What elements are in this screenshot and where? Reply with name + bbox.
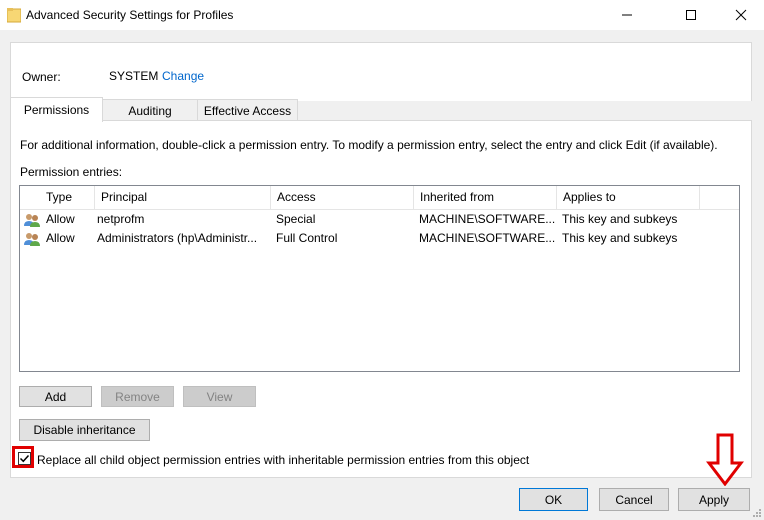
column-header-principal[interactable]: Principal: [95, 186, 271, 209]
tab-auditing[interactable]: Auditing: [101, 99, 199, 121]
column-header-inherited-from[interactable]: Inherited from: [414, 186, 557, 209]
title-bar: Advanced Security Settings for Profiles: [0, 0, 764, 30]
window-title: Advanced Security Settings for Profiles: [26, 8, 234, 22]
users-icon: [24, 214, 40, 227]
cell-type: Allow: [46, 231, 75, 245]
column-header-type[interactable]: Type: [40, 186, 95, 209]
folder-icon: [7, 8, 21, 23]
owner-value: SYSTEM: [109, 69, 159, 83]
tab-effective-access[interactable]: Effective Access: [197, 99, 298, 121]
tab-permissions[interactable]: Permissions: [10, 97, 103, 122]
cell-access: Special: [276, 212, 316, 226]
table-row[interactable]: Allow netprofm Special MACHINE\SOFTWARE.…: [20, 210, 739, 229]
apply-button[interactable]: Apply: [678, 488, 750, 511]
permission-entries-list[interactable]: Type Principal Access Inherited from App…: [19, 185, 740, 372]
cell-principal: netprofm: [97, 212, 145, 226]
minimize-icon: [622, 14, 632, 16]
cancel-button[interactable]: Cancel: [599, 488, 669, 511]
cell-applies-to: This key and subkeys: [562, 231, 678, 245]
annotation-arrow-icon: [706, 433, 744, 486]
minimize-button[interactable]: [604, 0, 650, 30]
add-button[interactable]: Add: [19, 386, 92, 407]
users-icon: [24, 233, 40, 246]
column-header-applies-to[interactable]: Applies to: [557, 186, 700, 209]
cell-access: Full Control: [276, 231, 338, 245]
permission-entries-label: Permission entries:: [20, 165, 123, 179]
remove-button[interactable]: Remove: [101, 386, 174, 407]
change-owner-link[interactable]: Change: [162, 69, 204, 83]
owner-panel: Owner: SYSTEM Change: [10, 42, 752, 101]
annotation-highlight-box: [12, 446, 34, 468]
info-text: For additional information, double-click…: [20, 138, 718, 152]
view-button[interactable]: View: [183, 386, 256, 407]
cell-inherited-from: MACHINE\SOFTWARE...: [419, 231, 556, 245]
cell-type: Allow: [46, 212, 75, 226]
column-header-access[interactable]: Access: [271, 186, 414, 209]
cell-applies-to: This key and subkeys: [562, 212, 678, 226]
close-icon: [735, 9, 747, 21]
maximize-icon: [686, 10, 696, 20]
ok-button[interactable]: OK: [519, 488, 588, 511]
list-header: Type Principal Access Inherited from App…: [20, 186, 739, 210]
maximize-button[interactable]: [668, 0, 714, 30]
close-button[interactable]: [718, 0, 764, 30]
cell-principal: Administrators (hp\Administr...: [97, 231, 258, 245]
resize-grip-icon[interactable]: [752, 508, 762, 518]
cell-inherited-from: MACHINE\SOFTWARE...: [419, 212, 556, 226]
owner-label: Owner:: [22, 70, 61, 84]
table-row[interactable]: Allow Administrators (hp\Administr... Fu…: [20, 229, 739, 248]
permissions-panel: For additional information, double-click…: [10, 120, 752, 478]
replace-child-permissions-label[interactable]: Replace all child object permission entr…: [37, 453, 529, 467]
disable-inheritance-button[interactable]: Disable inheritance: [19, 419, 150, 441]
